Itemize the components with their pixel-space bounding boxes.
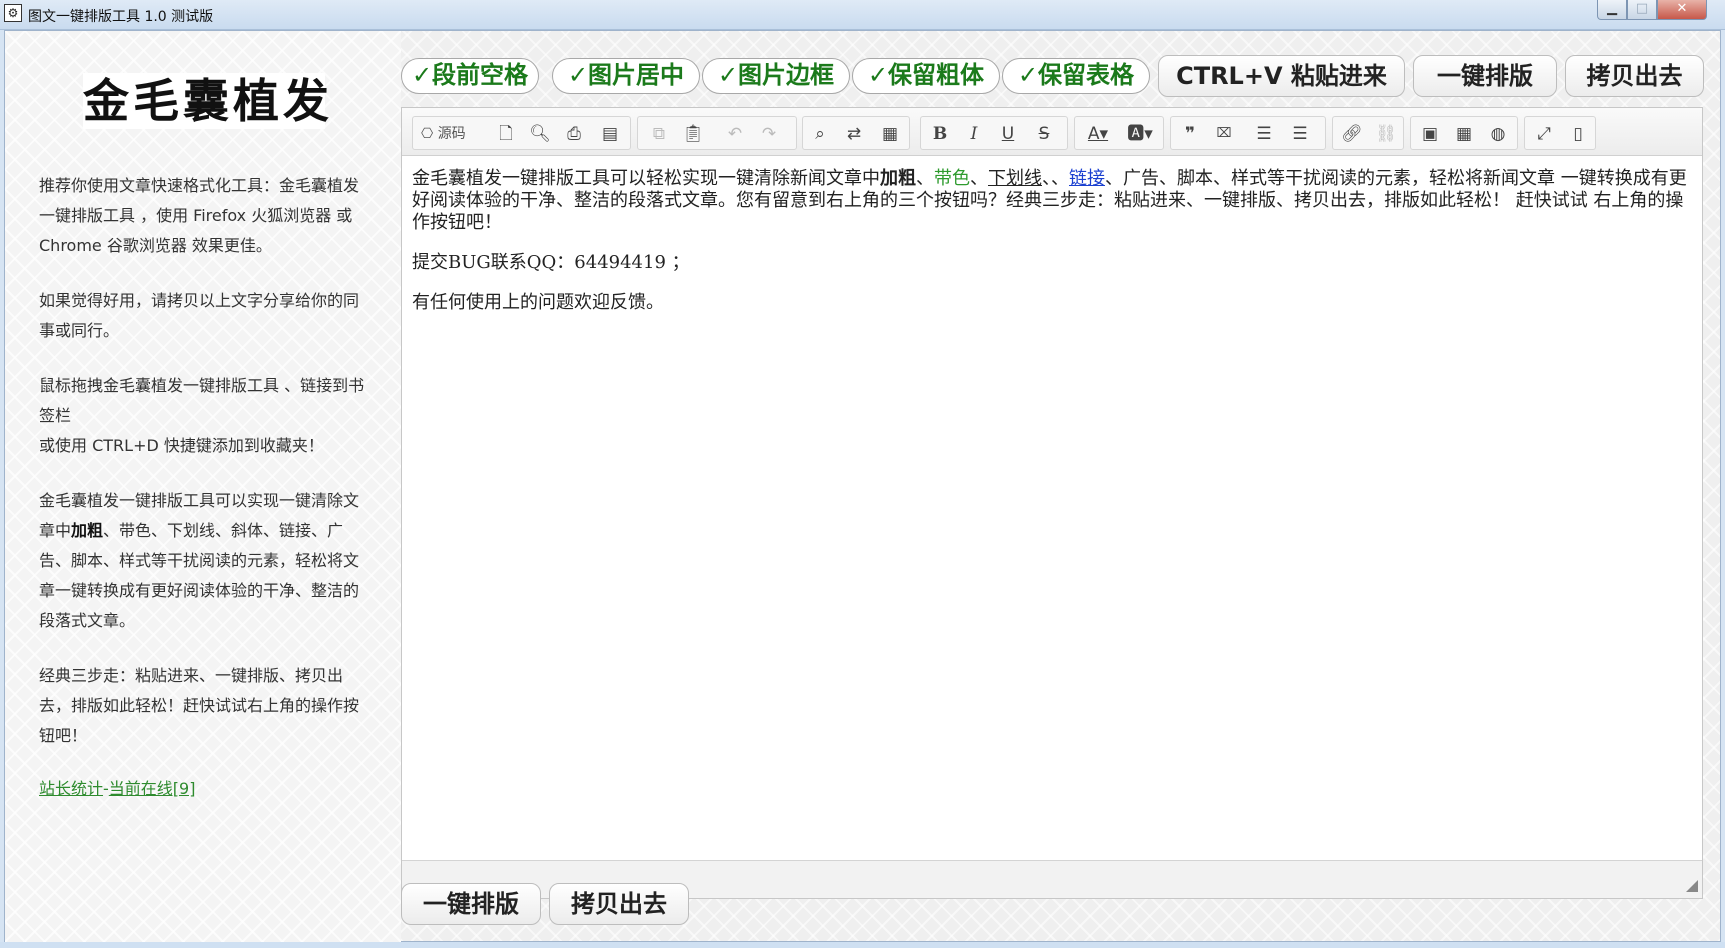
copy-out-button[interactable]: 拷贝出去 <box>1565 55 1704 97</box>
option-image-border-toggle[interactable]: ✓图片边框 <box>702 58 850 94</box>
para1-colored: 带色 <box>934 168 970 189</box>
para1-sep: 、 <box>916 168 934 189</box>
redo-icon[interactable]: ↷ <box>756 124 782 144</box>
para1-bold: 加粗 <box>880 168 916 189</box>
text-color-icon[interactable]: A▾ <box>1081 124 1115 144</box>
app-logo-icon[interactable]: ⚙ <box>4 4 22 22</box>
copy-icon[interactable]: ⧉ <box>646 124 672 144</box>
source-icon: ⎔ <box>421 126 438 142</box>
replace-icon[interactable]: ⇄ <box>841 124 867 144</box>
sidebar-links: 站长统计-当前在线[9] <box>39 775 195 799</box>
templates-icon[interactable]: ▤ <box>597 124 623 144</box>
sidebar-intro: 推荐你使用文章快速格式化工具：金毛囊植发一键排版工具 ，使用 Firefox 火… <box>39 176 360 255</box>
para1-underline: 下划线 <box>988 168 1042 189</box>
sidebar: 金毛囊植发 推荐你使用文章快速格式化工具：金毛囊植发一键排版工具 ，使用 Fir… <box>5 31 401 943</box>
find-icon[interactable]: ⌕ <box>807 124 833 144</box>
new-page-icon[interactable]: 🗋 <box>493 124 519 144</box>
sidebar-three-steps: 经典三步走：粘贴进来、一键排版、拷贝出去，排版如此轻松！赶快试试右上角的操作按钮… <box>39 666 360 745</box>
undo-icon[interactable]: ↶ <box>722 124 748 144</box>
toolbar-group-paragraph: ❞ ⌧ ☰ ☰ <box>1170 116 1326 150</box>
strike-icon[interactable]: S <box>1031 124 1057 144</box>
para1-link[interactable]: 链接 <box>1069 168 1105 189</box>
toolbar-group-colors: A▾ 🅰︎▾ <box>1074 116 1164 150</box>
align-left-icon[interactable]: ☰ <box>1251 124 1277 144</box>
bookmark-shortcut-text: 或使用 CTRL+D 快捷键添加到收藏夹！ <box>39 436 324 455</box>
paste-icon[interactable]: 📋︎ <box>680 124 706 144</box>
online-count-link[interactable]: 当前在线[9] <box>109 779 196 798</box>
option-keep-table-toggle[interactable]: ✓保留表格 <box>1002 58 1150 94</box>
align-right-icon[interactable]: ☰ <box>1287 124 1313 144</box>
content-paragraph-2: 提交BUG联系QQ：64494419 ； <box>412 252 690 273</box>
maximize-button[interactable]: □ <box>1627 0 1657 20</box>
content-paragraph-3: 有任何使用上的问题欢迎反馈。 <box>412 292 664 313</box>
iframe-icon[interactable]: ◍ <box>1485 124 1511 144</box>
print-icon[interactable]: ⎙ <box>561 124 587 144</box>
show-blocks-icon[interactable]: ▯ <box>1565 124 1591 144</box>
sidebar-share-tip: 如果觉得好用，请拷贝以上文字分享给你的同事或同行。 <box>39 291 360 340</box>
bottom-copy-out-button[interactable]: 拷贝出去 <box>549 883 689 925</box>
table-icon[interactable]: ▦ <box>1451 124 1477 144</box>
para1-text-a: 金毛囊植发一键排版工具可以轻松实现一键清除新闻文章中 <box>412 168 880 189</box>
sidebar-feature-desc: 金毛囊植发一键排版工具可以实现一键清除文章中加粗、带色、下划线、斜体、链接、广告… <box>39 486 369 636</box>
option-image-center-toggle[interactable]: ✓图片居中 <box>552 58 700 94</box>
content-paragraph-1: 金毛囊植发一键排版工具可以轻松实现一键清除新闻文章中加粗、带色、下划线、、链接、… <box>412 168 1694 234</box>
option-keep-bold-toggle[interactable]: ✓保留粗体 <box>852 58 1000 94</box>
sidebar-bookmark-tip: 鼠标拖拽金毛囊植发一键排版工具 、链接到书签栏 或使用 CTRL+D 快捷键添加… <box>39 371 369 461</box>
bookmark-drag-text: 鼠标拖拽金毛囊植发一键排版工具 、链接到书签栏 <box>39 376 365 425</box>
italic-icon[interactable]: I <box>961 124 987 144</box>
resize-grip-icon[interactable] <box>1686 880 1698 892</box>
option-indent-toggle[interactable]: ✓段前空格 <box>401 58 539 94</box>
close-button[interactable]: ✕ <box>1657 0 1707 20</box>
preview-icon[interactable]: 🔍︎ <box>527 124 553 144</box>
rich-text-editor: ⎔ 源码 🗋 🔍︎ ⎙ ▤ ⧉ 📋︎ ↶ ↷ ⌕ ⇄ ▦ B I U S A▾ … <box>401 107 1703 899</box>
editor-toolbar: ⎔ 源码 🗋 🔍︎ ⎙ ▤ ⧉ 📋︎ ↶ ↷ ⌕ ⇄ ▦ B I U S A▾ … <box>402 108 1702 156</box>
window-title: 图文一键排版工具 1.0 测试版 <box>28 9 214 25</box>
toolbar-group-styles: B I U S <box>920 116 1068 150</box>
window-titlebar: ⚙ 图文一键排版工具 1.0 测试版 ▁ □ ✕ <box>0 0 1725 30</box>
toolbar-group-find: ⌕ ⇄ ▦ <box>802 116 910 150</box>
image-icon[interactable]: ▣ <box>1417 124 1443 144</box>
bg-color-icon[interactable]: 🅰︎▾ <box>1123 124 1157 144</box>
select-all-icon[interactable]: ▦ <box>877 124 903 144</box>
underline-icon[interactable]: U <box>995 124 1021 144</box>
bottom-format-button[interactable]: 一键排版 <box>401 883 541 925</box>
source-label: 源码 <box>437 126 466 142</box>
unlink-icon[interactable]: ⛓ <box>1373 124 1399 144</box>
site-stats-link[interactable]: 站长统计 <box>39 779 103 798</box>
link-icon[interactable]: 🔗︎ <box>1339 124 1365 144</box>
paste-in-button[interactable]: CTRL+V 粘贴进来 <box>1158 55 1405 97</box>
toolbar-group-links: 🔗︎ ⛓ <box>1332 116 1404 150</box>
bold-icon[interactable]: B <box>927 124 953 144</box>
remove-format-icon[interactable]: ⌧ <box>1211 124 1237 144</box>
toolbar-group-document: ⎔ 源码 🗋 🔍︎ ⎙ ▤ <box>412 116 631 150</box>
para1-sep: 、 <box>970 168 988 189</box>
page: 金毛囊植发 推荐你使用文章快速格式化工具：金毛囊植发一键排版工具 ，使用 Fir… <box>4 30 1721 943</box>
toolbar-group-clipboard: ⧉ 📋︎ ↶ ↷ <box>637 116 797 150</box>
minimize-button[interactable]: ▁ <box>1597 0 1627 20</box>
editor-content[interactable]: 金毛囊植发一键排版工具可以轻松实现一键清除新闻文章中加粗、带色、下划线、、链接、… <box>412 168 1694 332</box>
maximize-icon[interactable]: ⤢ <box>1531 124 1557 144</box>
format-button[interactable]: 一键排版 <box>1413 55 1557 97</box>
window-bottom-border <box>0 942 1725 948</box>
source-button[interactable]: ⎔ 源码 <box>421 124 479 144</box>
brand-logo: 金毛囊植发 <box>83 73 333 129</box>
toolbar-group-insert: ▣ ▦ ◍ <box>1410 116 1518 150</box>
toolbar-group-view: ⤢ ▯ <box>1524 116 1596 150</box>
feature-bold: 加粗 <box>71 521 104 540</box>
para1-sep: 、、 <box>1042 168 1069 189</box>
blockquote-icon[interactable]: ❞ <box>1177 124 1203 144</box>
